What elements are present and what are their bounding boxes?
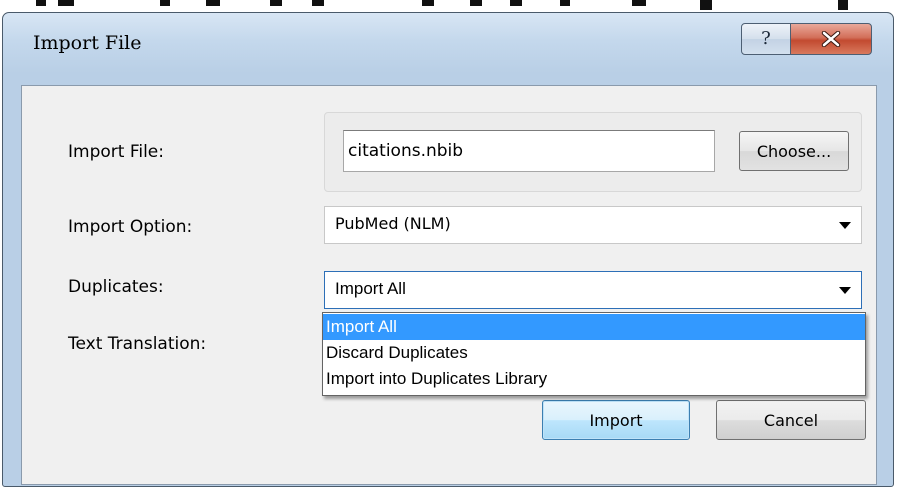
file-selection-panel: Choose... [324, 112, 862, 192]
close-icon [821, 31, 841, 47]
dropdown-option-import-into-duplicates-library[interactable]: Import into Duplicates Library [323, 366, 865, 392]
duplicates-value: Import All [335, 279, 406, 298]
background-text-fragment [270, 0, 282, 6]
import-file-label: Import File: [68, 142, 164, 162]
background-text-fragment [838, 0, 848, 10]
import-option-value: PubMed (NLM) [335, 214, 451, 233]
duplicates-select[interactable]: Import All [324, 271, 862, 309]
background-text-fragment [560, 0, 570, 6]
import-option-label: Import Option: [68, 217, 193, 237]
duplicates-label: Duplicates: [68, 277, 164, 297]
background-text-fragment [700, 0, 712, 10]
cancel-button[interactable]: Cancel [716, 400, 866, 440]
background-text-fragment [470, 0, 482, 6]
background-text-fragment [206, 0, 220, 6]
background-text-fragment [312, 0, 324, 6]
background-text-fragment [58, 0, 74, 6]
dialog-body: Import File: Import Option: Duplicates: … [21, 85, 877, 485]
import-file-input[interactable] [343, 130, 715, 172]
import-button[interactable]: Import [542, 400, 690, 440]
help-button[interactable]: ? [741, 23, 791, 55]
chevron-down-icon[interactable] [839, 287, 851, 294]
help-icon: ? [761, 28, 771, 49]
text-translation-label: Text Translation: [68, 334, 207, 354]
duplicates-dropdown-list: Import All Discard Duplicates Import int… [322, 312, 866, 396]
import-option-select[interactable]: PubMed (NLM) [324, 206, 862, 244]
background-text-fragment [422, 0, 434, 6]
chevron-down-icon[interactable] [839, 222, 851, 229]
background-text-fragment [632, 0, 646, 6]
background-text-fragment [510, 0, 522, 6]
background-text-fragment [36, 0, 46, 6]
choose-button[interactable]: Choose... [739, 131, 849, 171]
dialog-title: Import File [33, 32, 142, 54]
background-text-fragment [160, 0, 170, 6]
dropdown-option-import-all[interactable]: Import All [323, 314, 865, 340]
screenshot-root: Import File ? Import File: Import Option… [0, 0, 898, 491]
close-button[interactable] [790, 23, 872, 55]
import-file-dialog: Import File ? Import File: Import Option… [2, 12, 894, 487]
dropdown-option-discard-duplicates[interactable]: Discard Duplicates [323, 340, 865, 366]
